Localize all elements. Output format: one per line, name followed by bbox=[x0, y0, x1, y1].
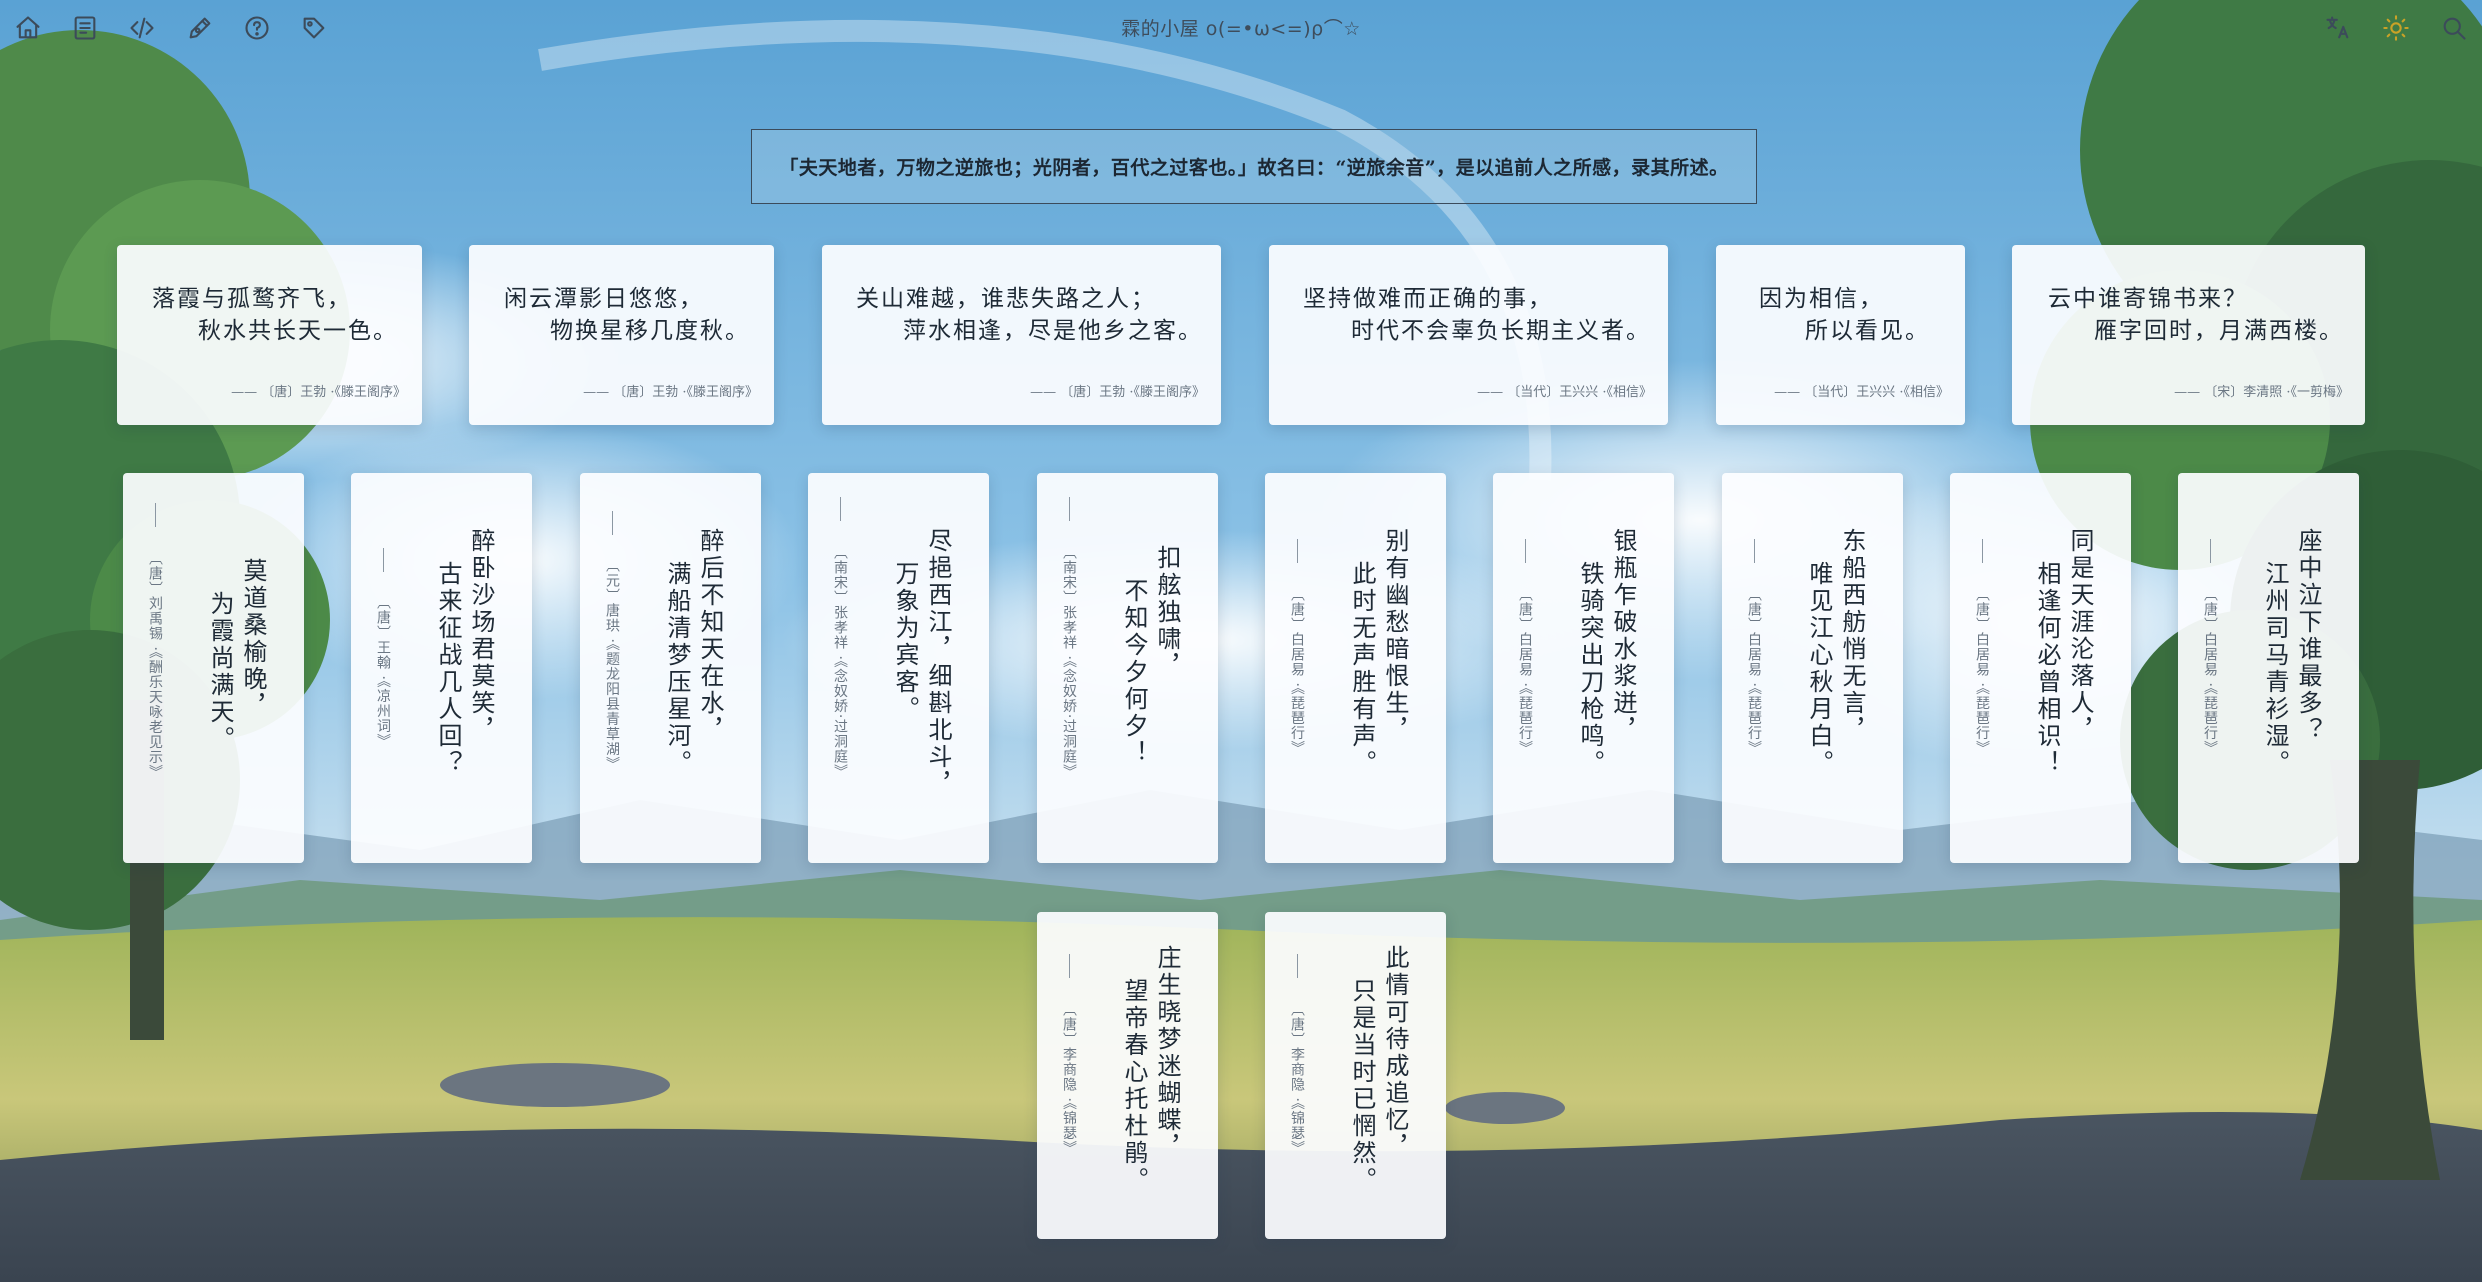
vertical-quote-card[interactable]: 莫道桑榆晚， 为霞尚满天。 〔唐〕刘禹锡 ·《酬乐天咏老见示》 bbox=[123, 473, 304, 863]
source-divider bbox=[840, 497, 841, 521]
quote-line-2: 此时无声胜有声。 bbox=[1348, 561, 1376, 777]
vertical-quote-card[interactable]: 此情可待成追忆， 只是当时已惘然。 〔唐〕李商隐 ·《锦瑟》 bbox=[1265, 912, 1446, 1239]
quote-line-1: 别有幽愁暗恨生， bbox=[1381, 528, 1409, 744]
source-divider bbox=[1297, 954, 1298, 978]
quote-source: —— 〔当代〕王兴兴 ·《相信》 bbox=[1477, 385, 1652, 400]
quote-source: 〔唐〕王翰 ·《凉州词》 bbox=[375, 595, 391, 749]
quote-line-2: 时代不会辜负长期主义者。 bbox=[1351, 318, 1651, 344]
quote-line-1: 庄生晓梦迷蝴蝶， bbox=[1153, 945, 1181, 1161]
quote-source: —— 〔唐〕王勃 ·《滕王阁序》 bbox=[1030, 385, 1205, 400]
vertical-quote-card[interactable]: 别有幽愁暗恨生， 此时无声胜有声。 〔唐〕白居易 ·《琵琶行》 bbox=[1265, 473, 1446, 863]
vertical-quote-card[interactable]: 扣舷独啸， 不知今夕何夕！ 〔南宋〕张孝祥 ·《念奴娇·过洞庭》 bbox=[1037, 473, 1218, 863]
quote-line-2: 只是当时已惘然。 bbox=[1348, 978, 1376, 1194]
vertical-quote-card[interactable]: 醉后不知天在水， 满船清梦压星河。 〔元〕唐珙 ·《题龙阳县青草湖》 bbox=[580, 473, 761, 863]
quote-line-2: 唯见江心秋月白。 bbox=[1805, 561, 1833, 777]
vertical-quote-card[interactable]: 座中泣下谁最多？ 江州司马青衫湿。 〔唐〕白居易 ·《琵琶行》 bbox=[2178, 473, 2359, 863]
quote-card[interactable]: 关山难越，谁悲失路之人； 萍水相逢，尽是他乡之客。 —— 〔唐〕王勃 ·《滕王阁… bbox=[822, 245, 1221, 425]
quote-line-1: 同是天涯沦落人， bbox=[2066, 528, 2094, 744]
quote-line-1: 云中谁寄锦书来？ bbox=[2048, 286, 2248, 312]
sun-icon[interactable] bbox=[2380, 12, 2412, 44]
quote-line-2: 望帝春心托杜鹃。 bbox=[1120, 978, 1148, 1194]
source-divider bbox=[2210, 539, 2211, 563]
quote-line-2: 为霞尚满天。 bbox=[206, 591, 234, 753]
quote-line-1: 扣舷独啸， bbox=[1153, 545, 1181, 680]
quote-line-1: 醉卧沙场君莫笑， bbox=[467, 528, 495, 744]
quote-line-2: 秋水共长天一色。 bbox=[198, 318, 398, 344]
source-divider bbox=[612, 511, 613, 535]
quote-source: 〔唐〕李商隐 ·《锦瑟》 bbox=[1289, 1002, 1305, 1156]
quote-source: 〔南宋〕张孝祥 ·《念奴娇·过洞庭》 bbox=[832, 545, 848, 780]
quote-line-2: 所以看见。 bbox=[1805, 318, 1930, 344]
quote-source: 〔唐〕白居易 ·《琵琶行》 bbox=[1517, 587, 1533, 756]
quote-line-2: 不知今夕何夕！ bbox=[1120, 578, 1148, 767]
vertical-quote-card[interactable]: 东船西舫悄无言， 唯见江心秋月白。 〔唐〕白居易 ·《琵琶行》 bbox=[1722, 473, 1903, 863]
quote-line-2: 铁骑突出刀枪鸣。 bbox=[1576, 561, 1604, 777]
quote-line-1: 关山难越，谁悲失路之人； bbox=[856, 286, 1156, 312]
quote-line-1: 银瓶乍破水浆迸， bbox=[1609, 528, 1637, 744]
quote-source: —— 〔宋〕李清照 ·《一剪梅》 bbox=[2174, 385, 2349, 400]
quote-line-2: 萍水相逢，尽是他乡之客。 bbox=[903, 318, 1203, 344]
vertical-quote-card[interactable]: 庄生晓梦迷蝴蝶， 望帝春心托杜鹃。 〔唐〕李商隐 ·《锦瑟》 bbox=[1037, 912, 1218, 1239]
quote-source: 〔唐〕刘禹锡 ·《酬乐天咏老见示》 bbox=[147, 551, 163, 780]
quote-line-1: 东船西舫悄无言， bbox=[1838, 528, 1866, 744]
quote-line-1: 落霞与孤鹜齐飞， bbox=[152, 286, 352, 312]
vertical-quote-card[interactable]: 醉卧沙场君莫笑， 古来征战几人回？ 〔唐〕王翰 ·《凉州词》 bbox=[351, 473, 532, 863]
quote-card[interactable]: 落霞与孤鹜齐飞， 秋水共长天一色。 —— 〔唐〕王勃 ·《滕王阁序》 bbox=[117, 245, 422, 425]
source-divider bbox=[1754, 539, 1755, 563]
quote-source: 〔元〕唐珙 ·《题龙阳县青草湖》 bbox=[604, 558, 620, 772]
quote-line-1: 莫道桑榆晚， bbox=[239, 558, 267, 720]
quote-line-1: 尽挹西江，细斟北斗， bbox=[924, 528, 952, 798]
quote-line-1: 醉后不知天在水， bbox=[696, 528, 724, 744]
quote-source: 〔唐〕白居易 ·《琵琶行》 bbox=[1974, 587, 1990, 756]
quote-line-1: 座中泣下谁最多？ bbox=[2294, 528, 2322, 744]
quote-source: 〔唐〕白居易 ·《琵琶行》 bbox=[2202, 587, 2218, 756]
quote-source: —— 〔当代〕王兴兴 ·《相信》 bbox=[1774, 385, 1949, 400]
source-divider bbox=[1069, 497, 1070, 521]
search-icon[interactable] bbox=[2438, 12, 2470, 44]
source-divider bbox=[155, 503, 156, 527]
vertical-quote-card[interactable]: 同是天涯沦落人， 相逢何必曾相识！ 〔唐〕白居易 ·《琵琶行》 bbox=[1950, 473, 2131, 863]
quote-line-2: 江州司马青衫湿。 bbox=[2261, 561, 2289, 777]
source-divider bbox=[1525, 539, 1526, 563]
quote-line-2: 万象为宾客。 bbox=[891, 561, 919, 723]
translate-icon[interactable] bbox=[2322, 12, 2354, 44]
quote-source: —— 〔唐〕王勃 ·《滕王阁序》 bbox=[583, 385, 758, 400]
quote-card[interactable]: 因为相信， 所以看见。 —— 〔当代〕王兴兴 ·《相信》 bbox=[1716, 245, 1965, 425]
vertical-quote-card[interactable]: 尽挹西江，细斟北斗， 万象为宾客。 〔南宋〕张孝祥 ·《念奴娇·过洞庭》 bbox=[808, 473, 989, 863]
source-divider bbox=[1982, 539, 1983, 563]
quote-line-2: 物换星移几度秋。 bbox=[550, 318, 750, 344]
quote-card[interactable]: 闲云潭影日悠悠， 物换星移几度秋。 —— 〔唐〕王勃 ·《滕王阁序》 bbox=[469, 245, 774, 425]
site-title[interactable]: 霖的小屋 o(=•ω<=)ρ⌒☆ bbox=[0, 14, 2482, 41]
quote-line-1: 因为相信， bbox=[1759, 286, 1884, 312]
quote-card[interactable]: 坚持做难而正确的事， 时代不会辜负长期主义者。 —— 〔当代〕王兴兴 ·《相信》 bbox=[1269, 245, 1668, 425]
intro-quote-banner: 「夫天地者，万物之逆旅也；光阴者，百代之过客也。」故名曰：“逆旅余音”，是以追前… bbox=[751, 129, 1757, 204]
source-divider bbox=[1297, 539, 1298, 563]
source-divider bbox=[1069, 954, 1070, 978]
quote-source: 〔唐〕白居易 ·《琵琶行》 bbox=[1289, 587, 1305, 756]
quote-line-2: 古来征战几人回？ bbox=[434, 561, 462, 777]
quote-source: 〔南宋〕张孝祥 ·《念奴娇·过洞庭》 bbox=[1061, 545, 1077, 780]
quote-line-1: 此情可待成追忆， bbox=[1381, 945, 1409, 1161]
quote-source: 〔唐〕白居易 ·《琵琶行》 bbox=[1746, 587, 1762, 756]
quote-source: 〔唐〕李商隐 ·《锦瑟》 bbox=[1061, 1002, 1077, 1156]
quote-line-1: 坚持做难而正确的事， bbox=[1303, 286, 1553, 312]
quote-card[interactable]: 云中谁寄锦书来？ 雁字回时，月满西楼。 —— 〔宋〕李清照 ·《一剪梅》 bbox=[2012, 245, 2365, 425]
quote-line-2: 相逢何必曾相识！ bbox=[2033, 561, 2061, 777]
quote-line-1: 闲云潭影日悠悠， bbox=[504, 286, 704, 312]
vertical-quote-card[interactable]: 银瓶乍破水浆迸， 铁骑突出刀枪鸣。 〔唐〕白居易 ·《琵琶行》 bbox=[1493, 473, 1674, 863]
quote-source: —— 〔唐〕王勃 ·《滕王阁序》 bbox=[231, 385, 406, 400]
quote-line-2: 雁字回时，月满西楼。 bbox=[2094, 318, 2344, 344]
source-divider bbox=[383, 548, 384, 572]
top-navigation-bar: 霖的小屋 o(=•ω<=)ρ⌒☆ bbox=[0, 0, 2482, 56]
quote-line-2: 满船清梦压星河。 bbox=[663, 561, 691, 777]
